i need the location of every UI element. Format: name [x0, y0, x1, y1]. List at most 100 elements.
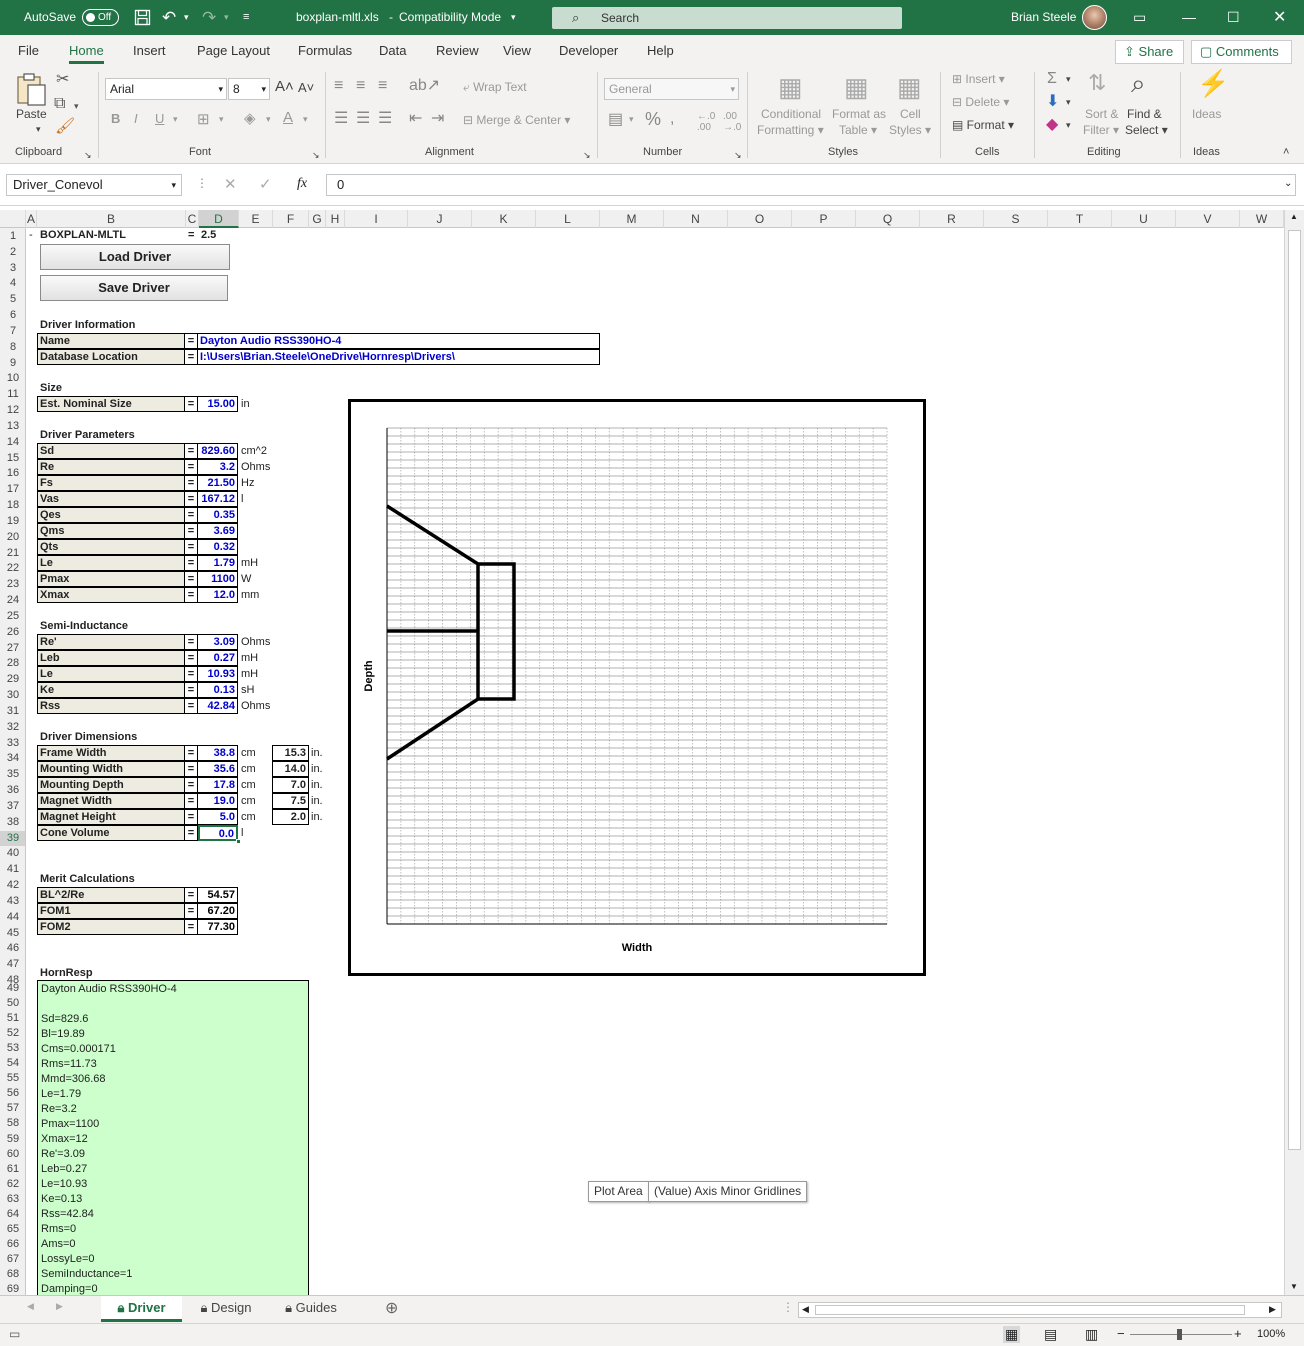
- page-layout-view-icon[interactable]: ▤: [1044, 1326, 1057, 1343]
- column-header[interactable]: B: [37, 210, 186, 228]
- borders-icon[interactable]: ⊞: [197, 110, 210, 128]
- row-header[interactable]: 51: [0, 1011, 25, 1026]
- row-header[interactable]: 57: [0, 1101, 25, 1116]
- row-header[interactable]: 28: [0, 656, 25, 671]
- param-value[interactable]: 77.30: [198, 919, 238, 935]
- sheet-tab-design[interactable]: 🔒︎ Design: [186, 1296, 266, 1322]
- autosave-toggle[interactable]: Off: [82, 9, 119, 26]
- macro-record-icon[interactable]: ▭: [9, 1327, 20, 1341]
- increase-indent-icon[interactable]: ⇥: [431, 111, 444, 127]
- version-value[interactable]: 2.5: [201, 228, 216, 242]
- row-header[interactable]: 11: [0, 387, 25, 402]
- row-header[interactable]: 18: [0, 498, 25, 513]
- minimize-icon[interactable]: —: [1182, 0, 1196, 35]
- cell-label[interactable]: Cell: [900, 107, 921, 121]
- column-header[interactable]: F: [273, 210, 309, 228]
- align-bottom-icon[interactable]: ≡: [378, 78, 387, 94]
- row-header[interactable]: 26: [0, 625, 25, 640]
- collapse-ribbon-icon[interactable]: ˄: [1283, 146, 1289, 158]
- zoom-out-icon[interactable]: −: [1117, 1326, 1125, 1341]
- vertical-scroll-thumb[interactable]: [1288, 230, 1301, 1150]
- paste-label[interactable]: Paste: [16, 107, 47, 121]
- tab-home[interactable]: Home: [69, 35, 104, 66]
- row-header[interactable]: 66: [0, 1237, 25, 1252]
- font-color-icon[interactable]: A: [283, 109, 293, 126]
- row-header[interactable]: 17: [0, 482, 25, 497]
- row-header[interactable]: 56: [0, 1086, 25, 1101]
- horizontal-scroll-thumb[interactable]: [815, 1305, 1245, 1315]
- row-header[interactable]: 50: [0, 996, 25, 1011]
- row-header[interactable]: 20: [0, 530, 25, 545]
- row-header[interactable]: 2: [0, 245, 25, 260]
- param-value[interactable]: 17.8: [198, 777, 238, 793]
- maximize-icon[interactable]: ☐: [1227, 0, 1240, 35]
- decrease-decimal-icon[interactable]: .00 →.0: [723, 111, 741, 133]
- row-header[interactable]: 65: [0, 1222, 25, 1237]
- row-header[interactable]: 8: [0, 340, 25, 355]
- name-box[interactable]: Driver_Conevol ▾: [6, 174, 182, 196]
- tab-insert[interactable]: Insert: [133, 35, 166, 66]
- row-header[interactable]: 24: [0, 593, 25, 608]
- increase-decimal-icon[interactable]: ←.0.00: [697, 111, 715, 133]
- row-header[interactable]: 69: [0, 1282, 25, 1295]
- row-header[interactable]: 59: [0, 1132, 25, 1147]
- row-header[interactable]: 31: [0, 704, 25, 719]
- vertical-scrollbar[interactable]: ▲ ▼: [1284, 210, 1304, 1295]
- row-header[interactable]: 63: [0, 1192, 25, 1207]
- column-header[interactable]: J: [408, 210, 472, 228]
- row-header[interactable]: 67: [0, 1252, 25, 1267]
- column-header[interactable]: G: [309, 210, 326, 228]
- search-box[interactable]: ⌕ Search: [552, 7, 902, 29]
- italic-button[interactable]: I: [134, 111, 138, 126]
- row-header[interactable]: 44: [0, 910, 25, 925]
- row-header[interactable]: 33: [0, 736, 25, 751]
- tab-formulas[interactable]: Formulas: [298, 35, 352, 66]
- row-header[interactable]: 40: [0, 846, 25, 861]
- row-header[interactable]: 64: [0, 1207, 25, 1222]
- column-header[interactable]: H: [326, 210, 345, 228]
- row-header[interactable]: 3: [0, 261, 25, 276]
- undo-dropdown-icon[interactable]: ▾: [184, 0, 189, 35]
- title-dropdown-icon[interactable]: ▾: [511, 0, 516, 35]
- alignment-launcher-icon[interactable]: ↘: [583, 150, 591, 161]
- row-header[interactable]: 45: [0, 926, 25, 941]
- row-header[interactable]: 15: [0, 451, 25, 466]
- align-top-icon[interactable]: ≡: [334, 78, 343, 94]
- tab-data[interactable]: Data: [379, 35, 406, 66]
- param-value[interactable]: 167.12: [198, 491, 238, 507]
- column-header[interactable]: K: [472, 210, 536, 228]
- column-header[interactable]: P: [792, 210, 856, 228]
- format-as-table-icon[interactable]: ▦: [844, 74, 869, 100]
- scroll-up-icon[interactable]: ▲: [1290, 212, 1298, 221]
- paste-icon[interactable]: [15, 72, 47, 106]
- undo-icon[interactable]: ↶: [162, 0, 176, 35]
- row-header[interactable]: 60: [0, 1147, 25, 1162]
- conditional-formatting-icon[interactable]: ▦: [778, 74, 803, 100]
- customize-qat-icon[interactable]: ≡: [243, 0, 249, 35]
- merge-center-button[interactable]: ⊟ Merge & Center ▾: [463, 113, 570, 127]
- name-value[interactable]: Dayton Audio RSS390HO-4: [198, 333, 600, 349]
- param-value[interactable]: 3.09: [198, 634, 238, 650]
- row-header[interactable]: 58: [0, 1116, 25, 1131]
- fill-dropdown-icon[interactable]: ▾: [1066, 97, 1071, 108]
- accounting-icon[interactable]: ▤: [608, 112, 623, 128]
- row-header[interactable]: 68: [0, 1267, 25, 1282]
- row-header[interactable]: 14: [0, 435, 25, 450]
- row-header[interactable]: 13: [0, 419, 25, 434]
- param-value[interactable]: 3.69: [198, 523, 238, 539]
- size-value[interactable]: 15.00: [198, 396, 238, 412]
- tab-file[interactable]: File: [18, 35, 39, 66]
- hscroll-right-icon[interactable]: ▶: [1269, 1304, 1276, 1315]
- zoom-level[interactable]: 100%: [1257, 1328, 1285, 1340]
- param-value[interactable]: 0.27: [198, 650, 238, 666]
- row-header[interactable]: 27: [0, 641, 25, 656]
- row-header[interactable]: 29: [0, 672, 25, 687]
- column-header[interactable]: R: [920, 210, 984, 228]
- database-value[interactable]: I:\Users\Brian.Steele\OneDrive\Hornresp\…: [198, 349, 600, 365]
- delete-cells-button[interactable]: ⊟ Delete ▾: [952, 95, 1009, 109]
- formula-input[interactable]: 0: [326, 174, 1296, 196]
- row-header[interactable]: 12: [0, 403, 25, 418]
- scroll-down-icon[interactable]: ▼: [1290, 1282, 1298, 1291]
- comments-button[interactable]: ▢ Comments: [1191, 40, 1292, 64]
- percent-icon[interactable]: %: [645, 110, 661, 128]
